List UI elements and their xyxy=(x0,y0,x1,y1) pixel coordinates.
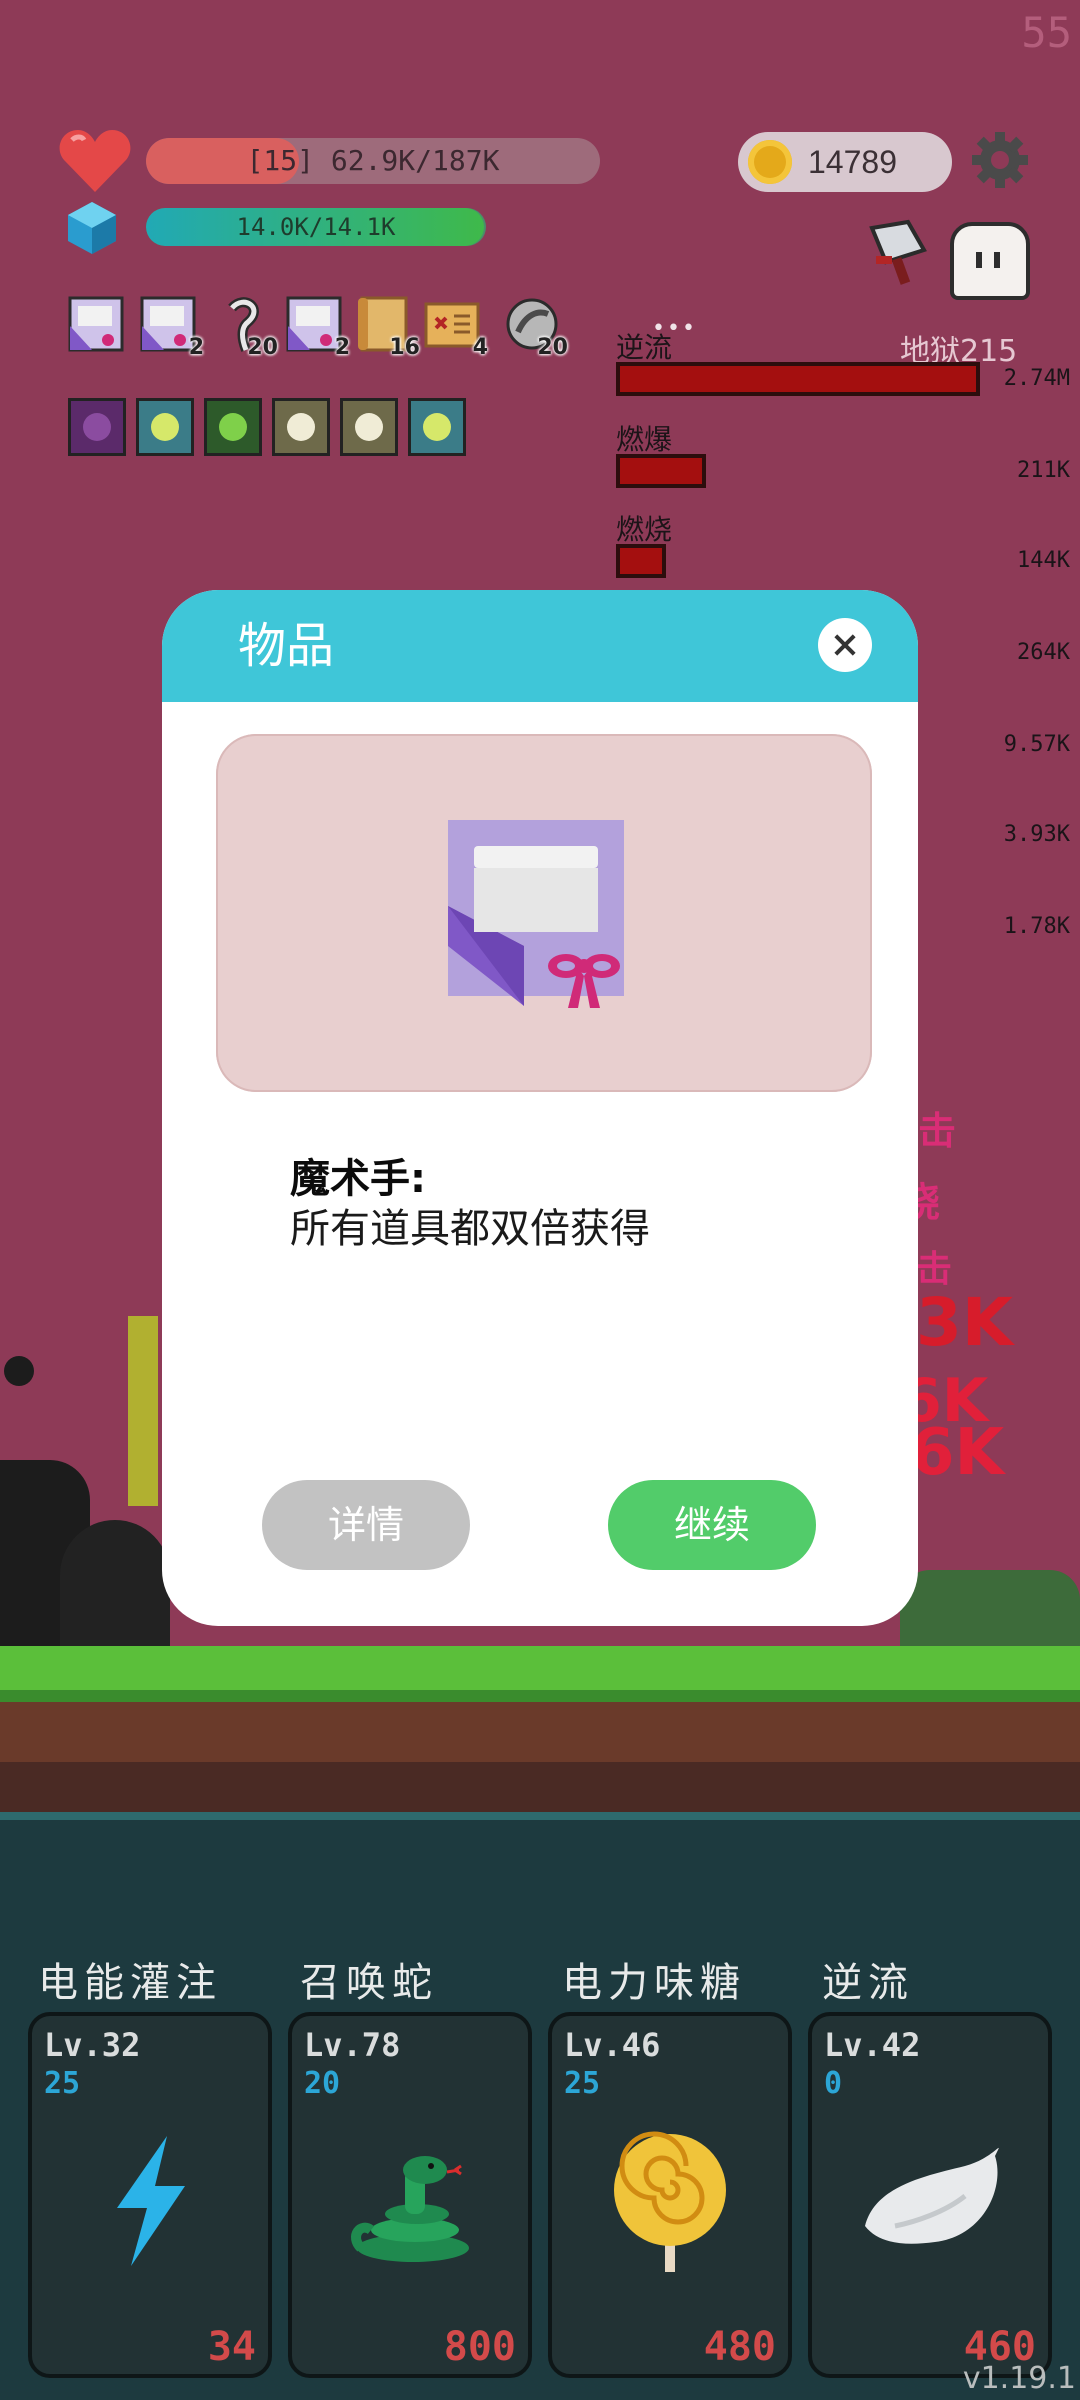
wing-icon xyxy=(865,2147,999,2244)
damage-value: 264K xyxy=(1017,640,1070,665)
coin-counter: 14789 xyxy=(738,132,952,192)
item-count-badge: 4 xyxy=(472,335,488,360)
skill-title-4: 逆流 xyxy=(822,1960,914,2006)
skill-card-electric-candy[interactable]: Lv.46 25 480 xyxy=(548,2012,792,2378)
dark-bush-decoration xyxy=(60,1520,170,1650)
skill-cost: 800 xyxy=(443,2324,516,2370)
skill-sublevel: 25 xyxy=(44,2066,81,2101)
hedge-decoration xyxy=(900,1570,1080,1650)
skill-card-backflow[interactable]: Lv.42 0 460 xyxy=(808,2012,1052,2378)
coin-icon xyxy=(748,140,792,184)
mana-bar: 14.0K/14.1K xyxy=(146,208,486,246)
leaf-buff-icon[interactable] xyxy=(204,398,262,456)
modal-header: 物品 xyxy=(162,590,918,702)
item-count-badge: 20 xyxy=(247,335,278,360)
scroll-icon[interactable]: 16 xyxy=(356,296,420,360)
enemy-hp-bar-3 xyxy=(616,544,666,578)
version-label: v1.19.1 xyxy=(962,2361,1076,2396)
item-description: 所有道具都双倍获得 xyxy=(290,1206,650,1252)
skill-title-2: 召唤蛇 xyxy=(300,1960,438,2006)
gift-card-icon[interactable] xyxy=(68,296,124,352)
item-count-badge: 20 xyxy=(537,335,568,360)
skill-sublevel: 25 xyxy=(564,2066,601,2101)
item-preview xyxy=(216,734,872,1092)
item-count-badge: 2 xyxy=(334,335,350,360)
lightning-icon xyxy=(117,2136,185,2266)
settings-gear-icon[interactable] xyxy=(970,130,1030,190)
dirt-deep xyxy=(0,1762,1080,1812)
item-count-badge: 2 xyxy=(188,335,204,360)
skill-card-electric-infusion[interactable]: Lv.32 25 34 xyxy=(28,2012,272,2378)
floating-damage-text: 6K xyxy=(910,1416,1005,1490)
gift-card-icon[interactable]: 2 xyxy=(286,296,350,360)
details-button[interactable]: 详情 xyxy=(262,1480,470,1570)
skill-title-1: 电能灌注 xyxy=(38,1960,222,2006)
enemy-name-2: 燃爆 xyxy=(616,423,673,456)
map-icon[interactable]: 4 xyxy=(424,296,488,360)
gift-card-icon[interactable]: 2 xyxy=(140,296,204,360)
mana-gem-icon xyxy=(68,202,116,254)
hook-icon[interactable]: 20 xyxy=(214,296,278,360)
enemy-hp-bar-2 xyxy=(616,454,706,488)
lightning-buff-icon[interactable] xyxy=(408,398,466,456)
ghost-icon[interactable] xyxy=(950,222,1030,300)
hp-bar: [15] 62.9K/187K xyxy=(146,138,600,184)
damage-value: 144K xyxy=(1017,548,1070,573)
spark-buff-icon[interactable] xyxy=(340,398,398,456)
spark-buff-icon[interactable] xyxy=(272,398,330,456)
enemy-hp-bar-1 xyxy=(616,362,980,396)
skill-sublevel: 20 xyxy=(304,2066,341,2101)
skill-cost: 480 xyxy=(703,2324,776,2370)
skill-level: Lv.42 xyxy=(824,2026,921,2064)
skill-sublevel: 0 xyxy=(824,2066,843,2101)
skill-cost: 34 xyxy=(207,2324,256,2370)
mana-text: 14.0K/14.1K xyxy=(236,213,396,241)
water-line xyxy=(0,1812,1080,1820)
item-modal: 物品 魔术手: 所有道具都双倍获得 详情 继续 xyxy=(162,590,918,1626)
coin-amount: 14789 xyxy=(808,144,897,180)
cleaver-icon[interactable] xyxy=(862,218,938,290)
magic-hand-item-icon xyxy=(448,820,624,1008)
hp-text: [15] 62.9K/187K xyxy=(246,144,500,177)
fps-counter: 55 xyxy=(1021,8,1072,57)
damage-value: 2.74M xyxy=(1003,366,1070,391)
damage-value: 9.57K xyxy=(1003,732,1070,757)
heart-icon xyxy=(59,130,131,192)
grass-edge xyxy=(0,1690,1080,1702)
green-effect-decoration xyxy=(128,1316,158,1506)
item-count-badge: 16 xyxy=(389,335,420,360)
continue-button[interactable]: 继续 xyxy=(608,1480,816,1570)
lightning-buff-icon[interactable] xyxy=(136,398,194,456)
grass-ground xyxy=(0,1646,1080,1692)
dark-orb-decoration xyxy=(4,1356,34,1386)
skull-buff-icon[interactable] xyxy=(68,398,126,456)
skill-card-summon-snake[interactable]: Lv.78 20 800 xyxy=(288,2012,532,2378)
modal-title: 物品 xyxy=(238,618,335,674)
lollipop-icon xyxy=(614,2131,726,2272)
skill-level: Lv.46 xyxy=(564,2026,661,2064)
skill-level: Lv.78 xyxy=(304,2026,401,2064)
floating-damage-text: 3K xyxy=(916,1284,1014,1361)
snake-icon xyxy=(351,2156,469,2262)
damage-value: 1.78K xyxy=(1003,914,1070,939)
damage-value: 3.93K xyxy=(1003,822,1070,847)
stone-icon[interactable]: 20 xyxy=(504,296,568,360)
skill-title-3: 电力味糖 xyxy=(562,1960,746,2006)
enemy-name-3: 燃烧 xyxy=(616,513,673,546)
damage-value: 211K xyxy=(1017,458,1070,483)
skill-level: Lv.32 xyxy=(44,2026,141,2064)
enemy-name-1: 逆流 xyxy=(616,331,673,364)
close-button[interactable] xyxy=(818,618,872,672)
